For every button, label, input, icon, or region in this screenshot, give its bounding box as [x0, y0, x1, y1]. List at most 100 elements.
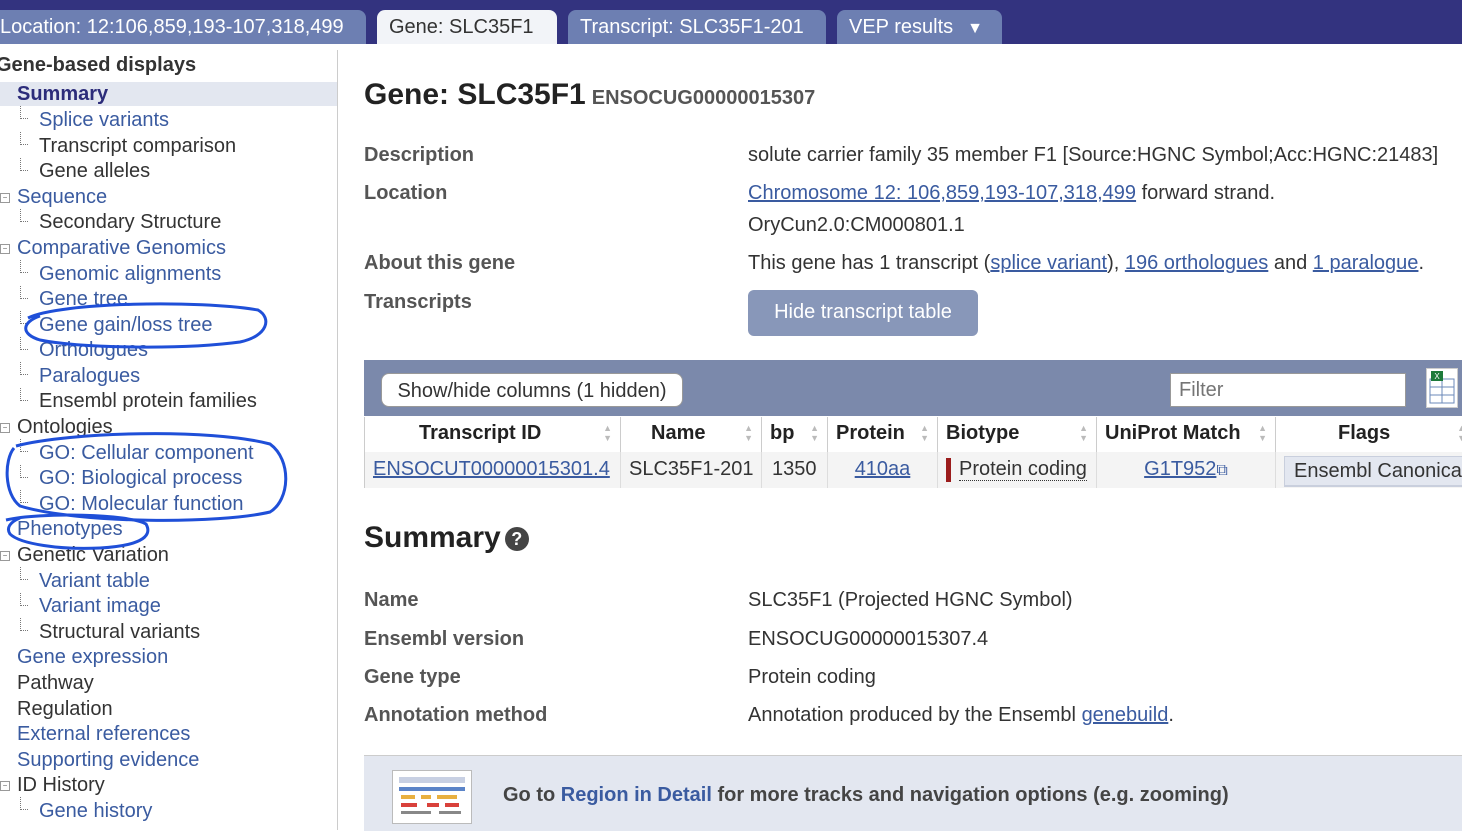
page-title: Gene: SLC35F1 ENSOCUG00000015307	[364, 78, 815, 112]
expand-icon[interactable]: −	[0, 193, 10, 203]
table-cell-biotype: Protein coding	[938, 452, 1097, 488]
sort-icon: ▲ ▼	[1079, 423, 1088, 443]
sidebar-item-go-biological[interactable]: GO: Biological process	[39, 466, 242, 490]
expand-icon[interactable]: −	[0, 244, 10, 254]
sidebar-item-go-cellular[interactable]: GO: Cellular component	[39, 441, 254, 465]
sidebar-item-comparative-genomics[interactable]: Comparative Genomics	[17, 236, 226, 260]
protein-link[interactable]: 410aa	[855, 458, 911, 480]
sidebar-item-external-references[interactable]: External references	[17, 722, 190, 746]
location-label: Location	[364, 182, 448, 204]
column-header-bp[interactable]: bp ▲ ▼	[762, 417, 828, 452]
sidebar-item-gene-tree[interactable]: Gene tree	[39, 287, 128, 311]
uniprot-link[interactable]: G1T952	[1144, 458, 1216, 480]
summary-title: Summary	[364, 521, 501, 554]
sidebar-item-gene-history[interactable]: Gene history	[39, 799, 152, 823]
gene-title: Gene: SLC35F1	[364, 78, 586, 111]
column-header-label: Flags	[1338, 422, 1391, 444]
sidebar-item-gene-gain-loss-tree[interactable]: Gene gain/loss tree	[39, 313, 212, 337]
sidebar-item-go-molecular[interactable]: GO: Molecular function	[39, 492, 244, 516]
sidebar-item-gene-expression[interactable]: Gene expression	[17, 645, 168, 669]
sidebar-item-variant-table[interactable]: Variant table	[39, 569, 150, 593]
annotation-text: Annotation produced by the Ensembl	[748, 704, 1082, 726]
sort-icon: ▲ ▼	[603, 423, 612, 443]
column-header-label: bp	[770, 422, 795, 444]
paralogue-link[interactable]: 1 paralogue	[1313, 252, 1419, 274]
annotation-method-value: Annotation produced by the Ensembl geneb…	[748, 704, 1174, 727]
column-header-flags[interactable]: Flags ▲ ▼	[1276, 417, 1462, 452]
show-hide-columns-button[interactable]: Show/hide columns (1 hidden)	[381, 373, 683, 407]
expand-icon[interactable]: −	[0, 551, 10, 561]
ensembl-version-label: Ensembl version	[364, 628, 525, 650]
orthologues-link[interactable]: 196 orthologues	[1125, 252, 1268, 274]
excel-export-icon[interactable]: X	[1426, 368, 1458, 408]
column-header-uniprot[interactable]: UniProt Match ▲ ▼	[1097, 417, 1276, 452]
gene-stable-id: ENSOCUG00000015307	[591, 87, 816, 109]
hide-transcript-table-button[interactable]: Hide transcript table	[748, 290, 978, 336]
description-label: Description	[364, 144, 475, 166]
summary-heading: Summary?	[364, 521, 529, 555]
sidebar-item-transcript-comparison: Transcript comparison	[39, 135, 237, 157]
sidebar-header: Gene-based displays	[0, 54, 197, 76]
sidebar-item-structural-variants: Structural variants	[39, 621, 201, 643]
tab-location-label: Location: 12:106,859,193-107,318,499	[0, 16, 344, 38]
table-cell-uniprot: G1T952⧉	[1097, 452, 1276, 488]
column-header-biotype[interactable]: Biotype ▲ ▼	[938, 417, 1097, 452]
sort-icon: ▲ ▼	[1457, 423, 1462, 443]
table-cell-flags: Ensembl Canonical	[1276, 452, 1462, 488]
region-in-detail-link[interactable]: Region in Detail	[561, 784, 712, 806]
sidebar-item-supporting-evidence[interactable]: Supporting evidence	[17, 748, 199, 772]
column-header-name[interactable]: Name ▲ ▼	[621, 417, 762, 452]
table-cell-name: SLC35F1-201	[621, 452, 762, 488]
gene-type-label: Gene type	[364, 666, 461, 688]
sidebar-item-splice-variants[interactable]: Splice variants	[39, 108, 169, 132]
transcripts-label: Transcripts	[364, 291, 472, 313]
sort-icon: ▲ ▼	[744, 423, 753, 443]
sidebar-item-sequence[interactable]: Sequence	[17, 185, 107, 209]
svg-text:X: X	[1434, 372, 1440, 381]
name-value: SLC35F1 (Projected HGNC Symbol)	[748, 589, 1073, 611]
flag-badge: Ensembl Canonical	[1284, 456, 1462, 487]
sidebar-item-phenotypes[interactable]: Phenotypes	[17, 517, 123, 541]
transcript-table: Show/hide columns (1 hidden) X Transcrip…	[364, 360, 1462, 490]
sidebar-item-secondary-structure: Secondary Structure	[39, 211, 222, 233]
sidebar-item-ontologies: Ontologies	[17, 416, 113, 438]
sort-icon: ▲ ▼	[1258, 423, 1267, 443]
about-text: ),	[1107, 252, 1125, 274]
external-link-icon[interactable]: ⧉	[1216, 462, 1227, 479]
sort-icon: ▲ ▼	[920, 423, 929, 443]
sidebar-item-summary[interactable]: Summary	[0, 82, 337, 106]
table-cell-transcript-id: ENSOCUT00000015301.4	[364, 452, 621, 488]
sort-icon: ▲ ▼	[810, 423, 819, 443]
column-header-label: Biotype	[946, 422, 1020, 444]
about-value: This gene has 1 transcript (splice varia…	[748, 252, 1424, 275]
column-header-transcript-id[interactable]: Transcript ID ▲ ▼	[364, 417, 621, 452]
sidebar-item-genomic-alignments[interactable]: Genomic alignments	[39, 262, 221, 286]
column-header-protein[interactable]: Protein ▲ ▼	[828, 417, 938, 452]
description-value: solute carrier family 35 member F1 [Sour…	[748, 144, 1439, 166]
annotation-method-label: Annotation method	[364, 704, 548, 726]
transcript-id-link[interactable]: ENSOCUT00000015301.4	[373, 458, 610, 480]
name-label: Name	[364, 589, 419, 611]
location-link[interactable]: Chromosome 12: 106,859,193-107,318,499	[748, 182, 1136, 204]
region-thumbnail-icon[interactable]	[392, 770, 472, 824]
filter-input[interactable]	[1170, 373, 1406, 407]
sidebar-item-genetic-variation: Genetic Variation	[17, 544, 169, 566]
genebuild-link[interactable]: genebuild	[1082, 704, 1169, 726]
goto-text: Go to Region in Detail for more tracks a…	[503, 784, 1229, 807]
expand-icon[interactable]: −	[0, 423, 10, 433]
splice-variant-link[interactable]: splice variant	[990, 252, 1107, 274]
column-header-label: Protein	[836, 422, 905, 444]
expand-icon[interactable]: −	[0, 781, 10, 791]
tab-location[interactable]: Location: 12:106,859,193-107,318,499	[0, 10, 366, 44]
sidebar-item-protein-families: Ensembl protein families	[39, 390, 257, 412]
gene-type-value: Protein coding	[748, 666, 876, 688]
sidebar-item-regulation: Regulation	[17, 698, 113, 720]
sidebar-item-variant-image[interactable]: Variant image	[39, 594, 161, 618]
region-in-detail-panel: Go to Region in Detail for more tracks a…	[364, 755, 1462, 831]
annotation-text: .	[1168, 704, 1174, 726]
sidebar-item-paralogues[interactable]: Paralogues	[39, 364, 140, 388]
sidebar-item-orthologues[interactable]: Orthologues	[39, 338, 148, 362]
location-value: Chromosome 12: 106,859,193-107,318,499 f…	[748, 182, 1275, 205]
column-header-label: UniProt Match	[1105, 422, 1241, 444]
help-icon[interactable]: ?	[504, 527, 529, 552]
